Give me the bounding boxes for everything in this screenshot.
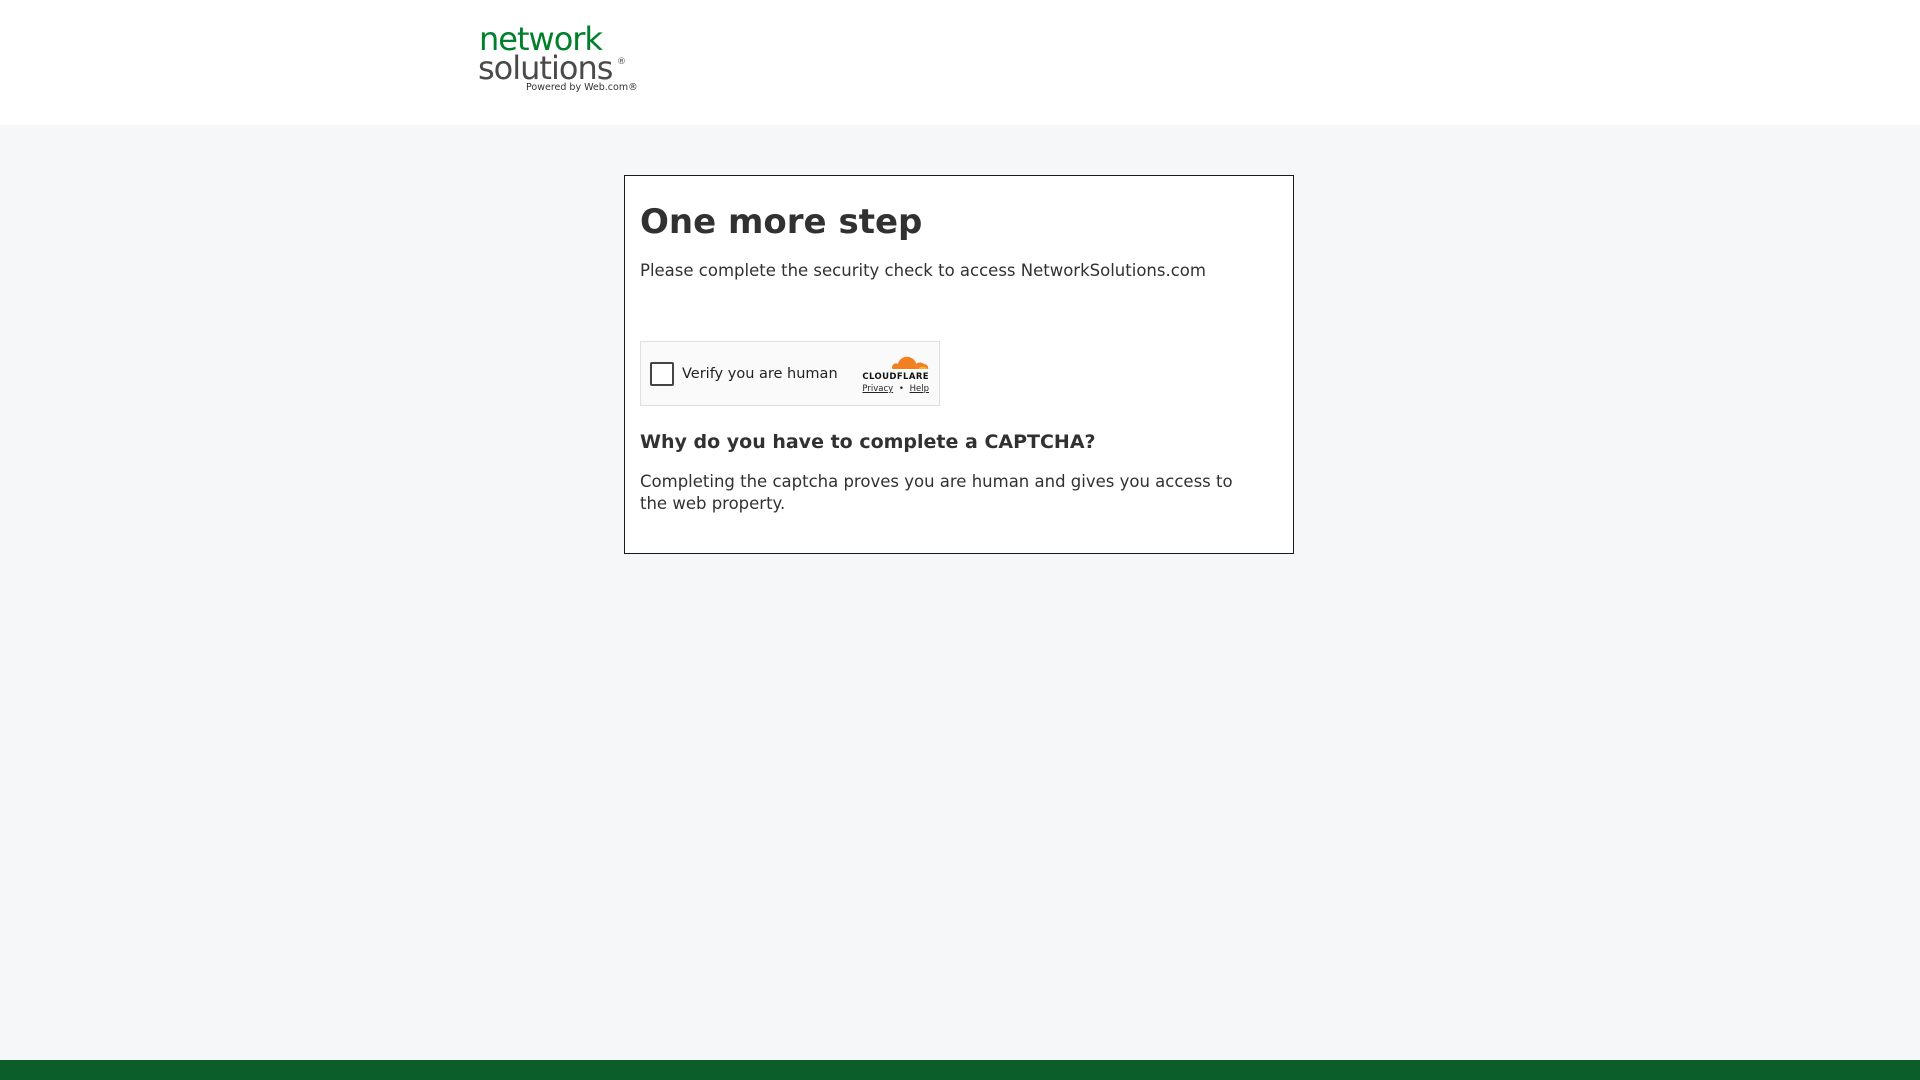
site-header: network solutions ® Powered by Web.com® (0, 0, 1920, 125)
logo-registered-mark: ® (617, 57, 626, 67)
logo-word-solutions: solutions (478, 49, 613, 87)
cloudflare-cloud-icon (891, 356, 929, 371)
verify-human-checkbox[interactable] (650, 362, 674, 386)
verify-human-label[interactable]: Verify you are human (682, 364, 838, 384)
captcha-widget: Verify you are human CLOUDFLARE Privacy … (640, 341, 940, 406)
page-title: One more step (640, 202, 923, 242)
help-link[interactable]: Help (910, 384, 929, 394)
network-solutions-logo[interactable]: network solutions ® Powered by Web.com® (478, 22, 638, 98)
captcha-explanation-text: Completing the captcha proves you are hu… (640, 472, 1233, 513)
logo-tagline: Powered by Web.com® (526, 82, 638, 93)
cloudflare-branding: CLOUDFLARE Privacy • Help (853, 352, 933, 397)
privacy-link[interactable]: Privacy (862, 384, 893, 394)
security-check-card: One more step Please complete the securi… (624, 175, 1294, 554)
captcha-links: Privacy • Help (853, 384, 929, 394)
footer-bar (0, 1060, 1920, 1080)
security-check-message: Please complete the security check to ac… (640, 261, 1206, 280)
cloudflare-wordmark: CLOUDFLARE (862, 372, 929, 382)
link-separator: • (898, 384, 904, 394)
captcha-explanation-heading: Why do you have to complete a CAPTCHA? (640, 431, 1096, 453)
